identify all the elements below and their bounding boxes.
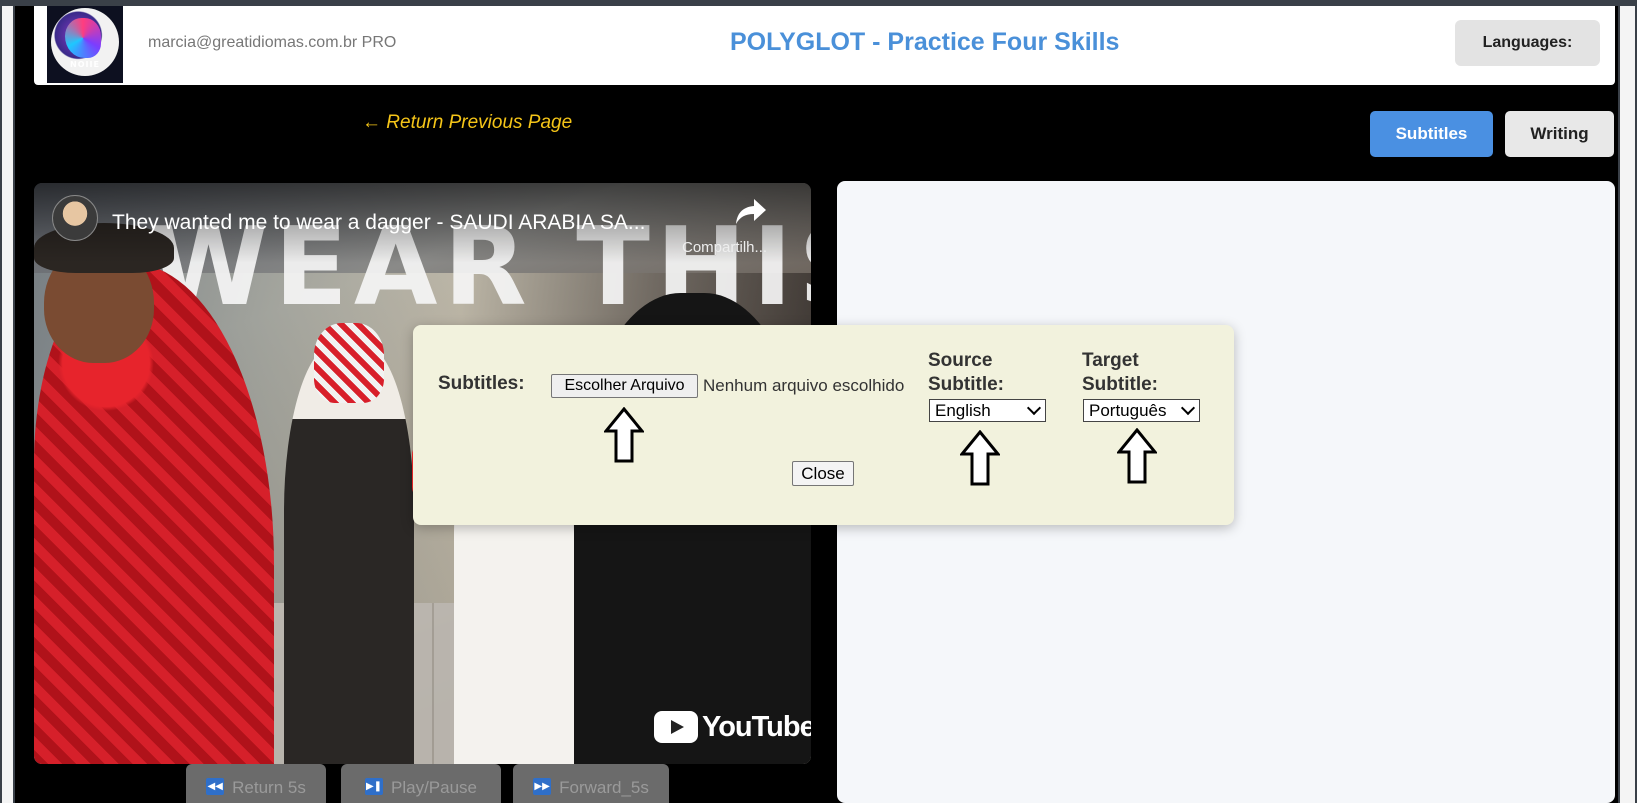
youtube-logo-icon [654, 711, 698, 743]
source-subtitle-value: English [935, 401, 991, 420]
page-title: POLYGLOT - Practice Four Skills [730, 28, 1120, 56]
subtitles-settings-modal: Subtitles: Escolher Arquivo Nenhum arqui… [413, 325, 1234, 525]
window-frame-left-inner [2, 6, 13, 803]
subtitles-label: Subtitles: [438, 373, 525, 394]
target-subtitle-value: Português [1089, 401, 1167, 420]
close-button[interactable]: Close [792, 461, 854, 486]
logo-swirl-icon [65, 18, 101, 58]
app-page: NOIIE marcia@greatidiomas.com.br PRO POL… [0, 0, 1637, 803]
video-controls: ◀◀ Return 5s ▶❚ Play/Pause ▶▶ Forward_5s [186, 764, 669, 803]
up-arrow-icon [960, 430, 1000, 486]
return-previous-page-link[interactable]: ← Return Previous Page [362, 112, 572, 134]
logo-text: NOIIE [70, 60, 100, 69]
play-pause-icon: ▶❚ [365, 778, 383, 795]
chevron-down-icon [1180, 400, 1196, 416]
user-email: marcia@greatidiomas.com.br PRO [148, 34, 397, 51]
share-icon[interactable] [734, 197, 768, 227]
video-person-center-headscarf [314, 323, 384, 403]
chevron-down-icon [1026, 400, 1042, 416]
forward-5s-button[interactable]: ▶▶ Forward_5s [513, 764, 669, 803]
video-person-center [284, 343, 414, 764]
tab-writing[interactable]: Writing [1505, 111, 1614, 157]
target-subtitle-select[interactable]: Português [1083, 399, 1200, 422]
scrollbar-track[interactable] [1620, 6, 1635, 803]
return-5s-label: Return 5s [232, 778, 306, 797]
source-subtitle-label-line2: Subtitle: [928, 374, 1004, 395]
youtube-logo[interactable]: YouTube [654, 710, 811, 744]
source-subtitle-select[interactable]: English [929, 399, 1046, 422]
share-label[interactable]: Compartilh... [682, 239, 767, 256]
source-subtitle-label-line1: Source [928, 350, 993, 371]
up-arrow-icon [1117, 428, 1157, 484]
rewind-icon: ◀◀ [206, 778, 225, 795]
file-status-text: Nenhum arquivo escolhido [703, 376, 905, 395]
window-frame-left [0, 0, 15, 803]
return-5s-button[interactable]: ◀◀ Return 5s [186, 764, 326, 803]
app-header: NOIIE marcia@greatidiomas.com.br PRO POL… [34, 6, 1615, 85]
forward-5s-label: Forward_5s [559, 778, 649, 797]
play-pause-label: Play/Pause [391, 778, 477, 797]
target-subtitle-label-line2: Subtitle: [1082, 374, 1158, 395]
play-pause-button[interactable]: ▶❚ Play/Pause [341, 764, 501, 803]
youtube-logo-text: YouTube [702, 710, 811, 743]
target-subtitle-label-line1: Target [1082, 350, 1139, 371]
app-logo[interactable]: NOIIE [47, 6, 123, 83]
up-arrow-icon [604, 407, 644, 463]
channel-avatar[interactable] [52, 195, 98, 241]
video-title[interactable]: They wanted me to wear a dagger - SAUDI … [112, 211, 672, 235]
tab-subtitles[interactable]: Subtitles [1370, 111, 1493, 157]
choose-file-button[interactable]: Escolher Arquivo [551, 374, 698, 398]
languages-button[interactable]: Languages: [1455, 20, 1600, 66]
window-frame-right [1618, 0, 1637, 803]
fast-forward-icon: ▶▶ [533, 778, 552, 795]
